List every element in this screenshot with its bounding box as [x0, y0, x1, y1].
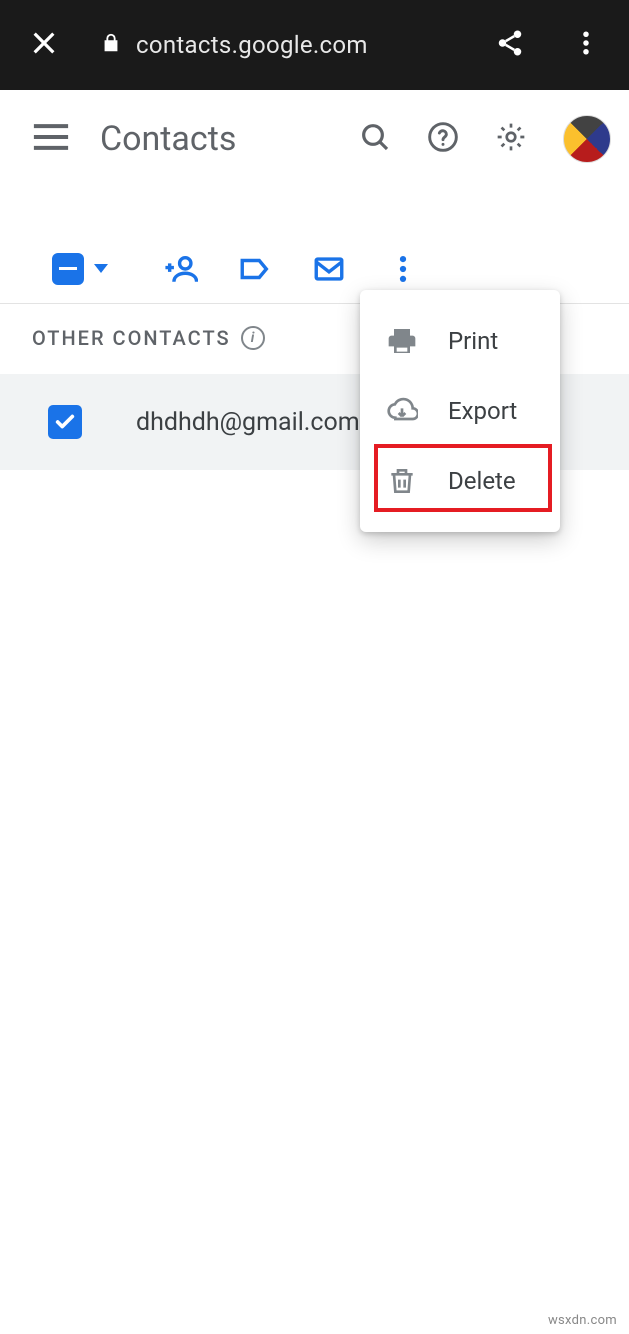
popup-export[interactable]: Export: [360, 376, 560, 446]
label-icon[interactable]: [238, 252, 272, 286]
more-actions-icon[interactable]: [386, 252, 420, 286]
popup-item-label: Export: [448, 397, 517, 425]
contact-checkbox[interactable]: [48, 405, 82, 439]
popup-delete[interactable]: Delete: [360, 446, 560, 516]
share-icon[interactable]: [495, 28, 525, 62]
select-all-toggle[interactable]: [52, 253, 108, 285]
url-text: contacts.google.com: [136, 31, 368, 59]
browser-menu-icon[interactable]: [571, 28, 601, 62]
section-title: OTHER CONTACTS: [32, 326, 231, 350]
popup-print[interactable]: Print: [360, 306, 560, 376]
avatar[interactable]: [563, 115, 611, 163]
actions-popup: Print Export Delete: [360, 290, 560, 532]
browser-bar: contacts.google.com: [0, 0, 629, 90]
email-icon[interactable]: [312, 252, 346, 286]
search-icon[interactable]: [359, 121, 391, 157]
info-icon[interactable]: i: [241, 326, 265, 350]
app-header: Contacts: [0, 90, 629, 188]
popup-item-label: Delete: [448, 467, 516, 495]
chevron-down-icon[interactable]: [94, 264, 108, 273]
lock-icon: [100, 32, 136, 58]
contact-email: dhdhdh@gmail.com: [136, 408, 360, 437]
app-title: Contacts: [100, 119, 359, 159]
popup-item-label: Print: [448, 327, 498, 355]
hamburger-menu-icon[interactable]: [32, 123, 100, 155]
close-icon[interactable]: [28, 27, 60, 63]
watermark: wsxdn.com: [548, 1313, 617, 1328]
add-person-icon[interactable]: [164, 252, 198, 286]
address-bar[interactable]: contacts.google.com: [100, 31, 495, 59]
gear-icon[interactable]: [495, 121, 527, 157]
help-icon[interactable]: [427, 121, 459, 157]
